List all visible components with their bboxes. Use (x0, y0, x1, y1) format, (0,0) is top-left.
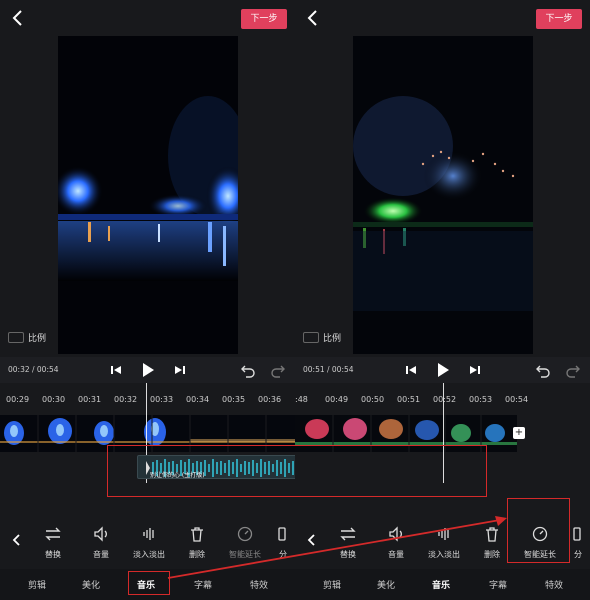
annotation-arrow (167, 516, 507, 579)
